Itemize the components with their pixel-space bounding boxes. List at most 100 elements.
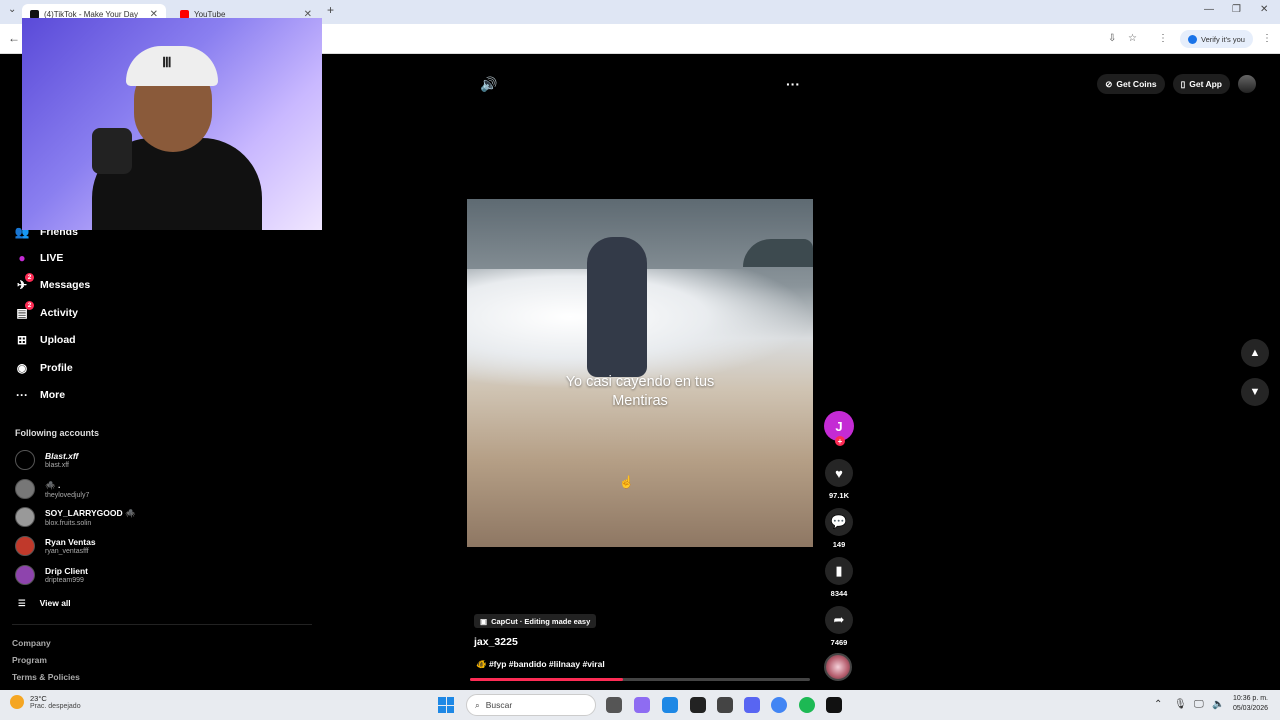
creator-avatar-button[interactable]: J + xyxy=(824,411,854,446)
back-arrow-icon[interactable]: ← xyxy=(8,31,20,45)
avatar xyxy=(15,536,35,556)
weather-widget[interactable]: 23°C Prac. despejado xyxy=(10,694,81,710)
account-name: SOY_LARRYGOOD 🕷️ xyxy=(45,507,136,518)
previous-video-button[interactable]: ▲ xyxy=(1241,339,1269,367)
tray-chevron-up-icon[interactable]: ⌃ xyxy=(1154,699,1162,710)
install-icon[interactable]: ⇩ xyxy=(1108,33,1116,44)
webcam-cap xyxy=(126,46,218,86)
app-icon[interactable] xyxy=(826,697,842,713)
creator-initial: J xyxy=(835,418,843,434)
network-icon[interactable]: 🖵 xyxy=(1194,699,1204,710)
like-count: 97.1K xyxy=(828,491,849,500)
spotify-icon[interactable] xyxy=(799,697,815,713)
following-account[interactable]: Ryan Ventas ryan_ventasfff xyxy=(15,536,96,556)
video-caption: Yo casi cayendo en tus Mentiras xyxy=(467,373,813,411)
app-icon[interactable] xyxy=(717,697,733,713)
footer-link-terms[interactable]: Terms & Policies xyxy=(12,672,80,682)
sidebar-item-label: LIVE xyxy=(40,252,64,264)
capcut-badge[interactable]: ▣ CapCut · Editing made easy xyxy=(474,614,597,628)
header-actions: ⊘ Get Coins ▯ Get App xyxy=(1097,74,1256,94)
account-handle: dripteam999 xyxy=(45,577,84,584)
sidebar-item-label: Upload xyxy=(40,334,76,346)
sidebar-item-live[interactable]: ● LIVE xyxy=(14,250,63,266)
sidebar-item-label: Messages xyxy=(40,279,91,291)
volume-icon[interactable]: 🔈 xyxy=(1212,699,1224,710)
following-account[interactable]: Drip Client dripteam999 xyxy=(15,565,88,585)
sound-button[interactable] xyxy=(824,653,854,681)
taskbar-search[interactable]: ⌕ Buscar xyxy=(466,694,596,716)
microphone-icon xyxy=(92,128,132,174)
like-button[interactable]: ♥ 97.1K xyxy=(824,459,854,500)
sidebar-item-label: Profile xyxy=(40,362,73,374)
system-clock[interactable]: 10:36 p. m. 05/03/2026 xyxy=(1233,694,1268,714)
avatar: J + xyxy=(824,411,854,446)
sidebar-item-upload[interactable]: ⊞ Upload xyxy=(14,332,76,348)
caption-line: Mentiras xyxy=(612,393,668,409)
plus-icon[interactable]: + xyxy=(327,3,334,17)
footer-link-program[interactable]: Program xyxy=(12,655,47,665)
weather-condition: Prac. despejado xyxy=(30,703,81,710)
cap-logo: Ⅲ xyxy=(162,54,172,70)
avatar xyxy=(15,507,35,527)
get-app-label: Get App xyxy=(1189,79,1222,89)
video-hashtags[interactable]: 🐠 #fyp #bandido #lilnaay #viral xyxy=(476,659,605,670)
following-account[interactable]: 🕷️ . theylovedjuly7 xyxy=(15,479,89,499)
get-coins-button[interactable]: ⊘ Get Coins xyxy=(1097,74,1165,94)
task-view-icon[interactable] xyxy=(606,697,622,713)
microphone-icon[interactable]: 🎙 xyxy=(1174,699,1187,710)
footer-link-company[interactable]: Company xyxy=(12,638,51,648)
terminal-icon[interactable] xyxy=(690,697,706,713)
heart-icon: ♥ xyxy=(825,459,853,487)
chrome-icon[interactable] xyxy=(771,697,787,713)
get-app-button[interactable]: ▯ Get App xyxy=(1172,74,1230,94)
more-icon: ··· xyxy=(16,388,28,402)
tab-search-icon[interactable]: ⌄ xyxy=(8,4,16,15)
save-button[interactable]: ▮ 8344 xyxy=(824,557,854,598)
extensions-icon[interactable]: ⋮ xyxy=(1158,33,1168,44)
comment-count: 149 xyxy=(832,540,846,549)
following-accounts-title: Following accounts xyxy=(15,428,100,438)
store-icon[interactable] xyxy=(662,697,678,713)
profile-icon: ◉ xyxy=(16,361,28,375)
capcut-label: CapCut · Editing made easy xyxy=(491,616,591,626)
video-person xyxy=(587,237,647,377)
video-player[interactable]: Yo casi cayendo en tus Mentiras ☝ xyxy=(467,199,813,547)
save-count: 8344 xyxy=(830,589,848,598)
account-name: Ryan Ventas xyxy=(45,537,96,547)
sidebar-item-activity[interactable]: ▤ 2 Activity xyxy=(14,301,78,321)
activity-icon: ▤ 2 xyxy=(14,301,34,321)
discord-icon[interactable] xyxy=(744,697,760,713)
divider xyxy=(12,624,312,625)
following-account[interactable]: SOY_LARRYGOOD 🕷️ blox.fruits.solin xyxy=(15,507,136,527)
more-options-icon[interactable]: ··· xyxy=(786,76,800,92)
comment-icon: 💬 xyxy=(825,508,853,536)
avatar[interactable] xyxy=(1238,75,1256,93)
following-account[interactable]: Blast.xff blast.xff xyxy=(15,450,78,470)
account-name: Blast.xff xyxy=(45,451,79,461)
temperature: 23°C xyxy=(30,694,47,703)
next-video-button[interactable]: ▼ xyxy=(1241,378,1269,406)
search-placeholder: Buscar xyxy=(485,700,513,710)
video-progress-fill xyxy=(470,678,623,681)
volume-icon[interactable]: 🔊 xyxy=(480,76,497,93)
copilot-icon[interactable] xyxy=(634,697,650,713)
chevron-down-icon: ▼ xyxy=(1241,378,1269,406)
comment-button[interactable]: 💬 149 xyxy=(824,508,854,549)
video-progress-bar[interactable] xyxy=(470,678,810,681)
webcam-overlay: Ⅲ xyxy=(22,18,322,230)
browser-menu-icon[interactable]: ⋮ xyxy=(1262,33,1272,44)
bookmark-star-icon[interactable]: ☆ xyxy=(1128,33,1137,44)
minimize-icon[interactable]: — xyxy=(1204,4,1214,15)
share-button[interactable]: ➦ 7469 xyxy=(824,606,854,647)
window-close-icon[interactable]: ✕ xyxy=(1260,4,1268,15)
sidebar-item-more[interactable]: ··· More xyxy=(14,387,65,403)
verify-button[interactable]: Verify it's you xyxy=(1180,30,1253,48)
follow-plus-icon[interactable]: + xyxy=(835,436,845,446)
maximize-icon[interactable]: ❐ xyxy=(1232,4,1241,15)
view-all-button[interactable]: ☰ View all xyxy=(18,598,71,609)
live-icon: ● xyxy=(18,251,26,265)
video-username[interactable]: jax_3225 xyxy=(474,636,518,648)
windows-start-icon[interactable] xyxy=(438,697,454,713)
sidebar-item-messages[interactable]: ✈ 2 Messages xyxy=(14,273,91,293)
sidebar-item-profile[interactable]: ◉ Profile xyxy=(14,360,73,376)
